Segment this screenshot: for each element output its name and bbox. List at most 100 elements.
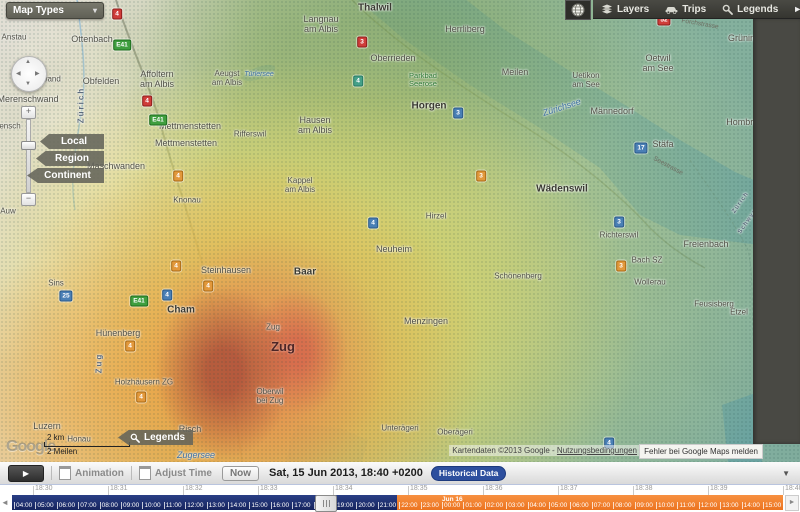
road-shield: 4 — [112, 9, 122, 20]
animation-label: Animation — [75, 468, 124, 479]
pan-down-icon[interactable]: ▼ — [25, 81, 31, 87]
layers-button[interactable]: Layers — [593, 0, 657, 18]
town-label: Holzhäusern ZG — [115, 379, 173, 388]
town-label: Merenschwand — [0, 95, 59, 105]
pan-control[interactable]: ▲ ▼ ◀ ▶ — [11, 56, 47, 92]
town-label: Neuheim — [376, 245, 412, 255]
town-label: Unterägeri — [381, 425, 418, 434]
globe-icon — [571, 3, 585, 17]
town-label: Oberwil bei Zug — [256, 388, 283, 406]
town-label: Auw — [0, 208, 16, 217]
town-label: Zug — [266, 324, 280, 333]
ruler-tick-label: 18:30 — [35, 485, 53, 492]
town-label: Oberägeri — [437, 429, 473, 438]
now-button[interactable]: Now — [222, 466, 259, 481]
zoom-slider-thumb[interactable] — [21, 141, 36, 150]
panel-expand-icon[interactable]: ► — [786, 4, 800, 14]
animation-button[interactable]: Animation — [59, 466, 124, 480]
divider — [51, 466, 52, 480]
town-label: Sins — [48, 280, 64, 289]
pan-up-icon[interactable]: ▲ — [25, 59, 31, 65]
playback-control-bar: ▶ Animation Adjust Time Now Sat, 15 Jun … — [0, 462, 800, 485]
pan-left-icon[interactable]: ◀ — [16, 70, 21, 77]
chevron-down-icon: ▾ — [93, 3, 97, 18]
hour-timeline: ◄ 04:0005:0006:0007:0008:0009:0010:0011:… — [0, 495, 800, 510]
legends-map-button[interactable]: Legends — [118, 430, 193, 445]
town-label: Wollerau — [634, 279, 665, 288]
zoom-out-button[interactable]: − — [21, 193, 36, 206]
poi-label: Parkbad Seerose — [409, 72, 437, 89]
controlbar-dropdown-icon[interactable]: ▼ — [782, 469, 790, 478]
local-button[interactable]: Local — [40, 134, 104, 149]
region-button[interactable]: Region — [36, 151, 104, 166]
town-label: Meilen — [502, 68, 529, 78]
ruler-tick-label: 18:35 — [410, 485, 428, 492]
town-label: Etzel — [730, 309, 748, 318]
road-shield: 4 — [125, 341, 135, 352]
town-label: Mettmenstetten — [155, 139, 217, 149]
town-label: Obfelden — [83, 77, 120, 87]
town-label: Stäfa — [652, 140, 673, 150]
town-label: Freienbach — [683, 240, 728, 250]
ruler-tick-label: 18:40 — [785, 485, 800, 492]
ruler-tick — [333, 486, 334, 495]
pan-right-icon[interactable]: ▶ — [35, 70, 40, 77]
weather-map-app: AnstauOttenbachschwandObfeldenMerenschwa… — [0, 0, 800, 512]
layers-label: Layers — [617, 4, 649, 15]
road-shield: 3 — [453, 108, 463, 119]
legends-toolbar-label: Legends — [737, 4, 778, 15]
town-label: zensch — [0, 123, 21, 132]
timeline-scroll-left-icon[interactable]: ◄ — [1, 498, 9, 507]
ruler-tick-label: 18:38 — [635, 485, 653, 492]
town-label: Richterswil — [600, 232, 639, 241]
day-change-label: Jun 16 — [442, 496, 463, 503]
road-shield: 3 — [614, 217, 624, 228]
timeline-handle[interactable] — [315, 495, 337, 512]
calendar-icon — [59, 466, 71, 480]
ruler-tick-label: 18:39 — [710, 485, 728, 492]
town-label: Wädenswil — [536, 184, 588, 195]
timeline-scroll-right-icon[interactable]: ► — [785, 495, 799, 511]
town-label: Zug — [271, 340, 295, 354]
zoom-in-button[interactable]: + — [21, 106, 36, 119]
trips-button[interactable]: Trips — [657, 0, 714, 18]
town-label: Kappel am Albis — [285, 177, 315, 195]
adjust-time-button[interactable]: Adjust Time — [139, 466, 212, 480]
road-shield: E41 — [130, 296, 148, 307]
copyright-text: Kartendaten ©2013 Google - — [452, 446, 554, 455]
town-label: Baar — [294, 267, 316, 278]
ruler-tick-label: 18:36 — [485, 485, 503, 492]
continent-button[interactable]: Continent — [27, 168, 104, 183]
current-datetime: Sat, 15 Jun 2013, 18:40 +0200 — [269, 467, 423, 479]
road-shield: 4 — [173, 171, 183, 182]
town-label: Rifferswil — [234, 131, 266, 140]
play-button[interactable]: ▶ — [8, 465, 44, 482]
ruler-tick-label: 18:34 — [335, 485, 353, 492]
map-canvas[interactable]: AnstauOttenbachschwandObfeldenMerenschwa… — [0, 0, 800, 462]
collapsed-side-panel[interactable] — [753, 18, 800, 444]
zoom-slider-track[interactable] — [26, 119, 31, 193]
town-label: Affoltern am Albis — [140, 70, 174, 90]
globe-badge[interactable] — [565, 0, 591, 20]
ruler-tick — [483, 486, 484, 495]
heatmap-dither-texture — [0, 0, 800, 462]
town-label: Oetwil am See — [642, 54, 673, 74]
ruler-tick — [258, 486, 259, 495]
town-label: Knonau — [173, 197, 201, 206]
legends-toolbar-button[interactable]: Legends — [714, 0, 786, 18]
road-shield: E41 — [113, 40, 131, 51]
road-shield: 4 — [142, 96, 152, 107]
town-label: Steinhausen — [201, 266, 251, 276]
map-types-button[interactable]: Map Types ▾ — [6, 2, 104, 19]
water-label: Zugersee — [177, 451, 215, 461]
town-label: Horgen — [412, 101, 447, 112]
town-label: Luzern — [33, 422, 61, 432]
road-shield: E41 — [149, 115, 167, 126]
zoom-control: + − — [21, 106, 35, 206]
town-label: Mettmenstetten — [159, 122, 221, 132]
town-label: Ottenbach — [71, 35, 113, 45]
town-label: Feusisberg — [694, 301, 734, 310]
report-error-link[interactable]: Fehler bei Google Maps melden — [639, 444, 763, 459]
terms-link[interactable]: Nutzungsbedingungen — [557, 446, 637, 455]
timeline-past-segment[interactable] — [12, 495, 397, 510]
